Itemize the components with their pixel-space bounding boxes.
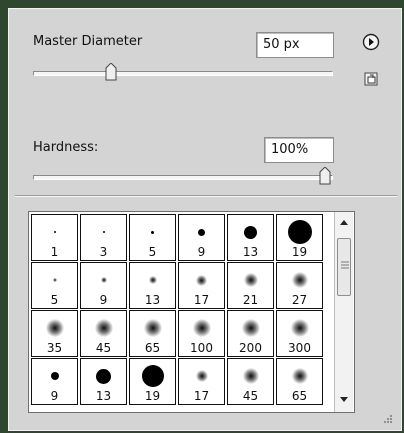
brush-size-label: 9: [50, 389, 59, 403]
brush-size-label: 3: [99, 245, 108, 259]
brush-tip-icon: [241, 319, 260, 337]
brush-size-label: 45: [95, 341, 112, 355]
brush-size-label: 13: [242, 245, 259, 259]
brush-tip-icon: [148, 276, 157, 284]
brush-preset-cell[interactable]: 5: [31, 262, 78, 309]
brush-tip-icon: [50, 372, 59, 380]
brush-tip-icon: [143, 319, 162, 337]
hardness-label: Hardness:: [33, 140, 99, 155]
brush-tip-icon: [198, 228, 205, 236]
brush-preset-cell[interactable]: 100: [178, 310, 225, 357]
master-diameter-slider-track[interactable]: [33, 71, 333, 76]
scroll-down-arrow-icon[interactable]: [337, 392, 351, 406]
hardness-input[interactable]: 100%: [264, 137, 334, 163]
brush-size-label: 100: [190, 341, 213, 355]
brush-tip-icon: [94, 319, 113, 337]
brush-preset-cell[interactable]: 300: [276, 310, 323, 357]
brush-preset-cell[interactable]: 1: [31, 214, 78, 261]
brush-tip-icon: [291, 272, 308, 288]
brush-preset-cell[interactable]: 45: [227, 358, 274, 405]
brush-tip-icon: [141, 365, 164, 387]
brush-tip-icon: [151, 230, 154, 234]
brush-tip-icon: [53, 231, 56, 233]
brush-size-label: 27: [291, 293, 308, 307]
brush-preset-cell[interactable]: 9: [80, 262, 127, 309]
brush-size-label: 1: [50, 245, 59, 259]
brush-preset-list: 1 3 5 9 13 19 5 9 13 17 21 27 35 45 65 100 200 300 9 13 19 17…: [28, 211, 355, 413]
brush-preset-cell[interactable]: 5: [129, 214, 176, 261]
brush-preset-cell[interactable]: 3: [80, 214, 127, 261]
brush-tip-icon: [100, 277, 107, 283]
section-divider: [15, 195, 397, 197]
brush-size-label: 19: [144, 389, 161, 403]
brush-preset-cell[interactable]: 65: [276, 358, 323, 405]
brush-size-label: 5: [148, 245, 157, 259]
brush-tip-icon: [287, 220, 312, 244]
brush-tip-icon: [192, 319, 211, 337]
brush-preset-cell[interactable]: 21: [227, 262, 274, 309]
brush-preset-panel: Master Diameter 50 px Hardness: 100% 135…: [8, 8, 402, 431]
brush-size-label: 65: [291, 389, 308, 403]
brush-size-label: 65: [144, 341, 161, 355]
brush-preset-cell[interactable]: 35: [31, 310, 78, 357]
brush-preset-cell[interactable]: 27: [276, 262, 323, 309]
brush-tip-icon: [242, 368, 259, 384]
brush-tip-icon: [244, 225, 257, 239]
brush-preset-cell[interactable]: 65: [129, 310, 176, 357]
scrollbar-grip-icon: [341, 261, 349, 269]
brush-preset-cell[interactable]: 19: [129, 358, 176, 405]
scrollbar-thumb[interactable]: [337, 238, 351, 296]
brush-preset-cell[interactable]: 13: [129, 262, 176, 309]
master-diameter-label: Master Diameter: [33, 34, 143, 49]
brush-preset-cell[interactable]: 9: [178, 214, 225, 261]
brush-preset-cell[interactable]: 17: [178, 358, 225, 405]
brush-size-label: 19: [291, 245, 308, 259]
brush-tip-icon: [52, 278, 57, 282]
window-frame: Master Diameter 50 px Hardness: 100% 135…: [0, 0, 404, 433]
flyout-menu-arrow-icon[interactable]: [362, 33, 380, 51]
brush-preset-cell[interactable]: 19: [276, 214, 323, 261]
brush-size-label: 200: [239, 341, 262, 355]
brush-preset-cell[interactable]: 17: [178, 262, 225, 309]
brush-preset-cell[interactable]: 200: [227, 310, 274, 357]
brush-preset-cell[interactable]: 45: [80, 310, 127, 357]
brush-tip-icon: [195, 370, 208, 382]
brush-size-label: 13: [95, 389, 112, 403]
brush-size-label: 21: [242, 293, 259, 307]
brush-size-label: 300: [288, 341, 311, 355]
brush-tip-icon: [243, 273, 258, 287]
brush-size-label: 35: [46, 341, 63, 355]
brush-tip-icon: [45, 319, 64, 337]
brush-size-label: 9: [197, 245, 206, 259]
brush-tip-icon: [96, 368, 111, 384]
brush-preset-cell[interactable]: 13: [80, 358, 127, 405]
brush-preset-cell[interactable]: 13: [227, 214, 274, 261]
brush-tip-icon: [290, 319, 309, 337]
preset-list-scrollbar[interactable]: [334, 212, 353, 412]
brush-size-label: 5: [50, 293, 59, 307]
brush-size-label: 9: [99, 293, 108, 307]
scroll-up-arrow-icon[interactable]: [337, 216, 351, 230]
brush-size-label: 45: [242, 389, 259, 403]
brush-size-label: 17: [193, 389, 210, 403]
brush-size-label: 13: [144, 293, 161, 307]
brush-preset-cell[interactable]: 9: [31, 358, 78, 405]
new-preset-icon[interactable]: [364, 72, 379, 87]
brush-tip-icon: [102, 231, 105, 233]
master-diameter-slider-thumb[interactable]: [105, 63, 117, 81]
hardness-slider-thumb[interactable]: [319, 167, 331, 185]
resize-grip-icon[interactable]: [383, 414, 393, 424]
brush-size-label: 17: [193, 293, 210, 307]
brush-tip-icon: [196, 274, 207, 286]
master-diameter-input[interactable]: 50 px: [256, 32, 334, 58]
hardness-slider-track[interactable]: [33, 175, 333, 180]
brush-tip-icon: [291, 368, 308, 384]
